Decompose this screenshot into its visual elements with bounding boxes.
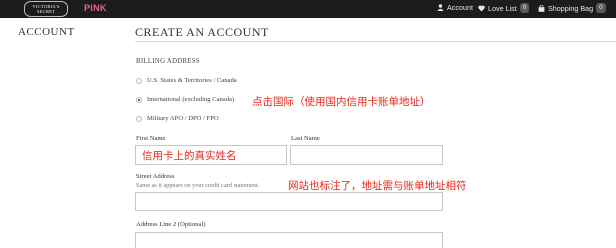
street-address-input[interactable] xyxy=(135,192,443,211)
billing-address-heading: BILLING ADDRESS xyxy=(136,58,200,65)
address-line-2-label: Address Line 2 (Optional) xyxy=(136,221,206,228)
logo-line-2: SECRET xyxy=(36,8,56,14)
love-list-count-badge: 0 xyxy=(519,3,530,13)
radio-label: Military APO / DPO / FPO xyxy=(147,115,219,122)
shopping-bag-count-badge: 0 xyxy=(596,3,606,13)
love-list-label: Love List xyxy=(488,3,517,13)
radio-label: International (excluding Canada) xyxy=(147,96,235,103)
radio-button-selected[interactable] xyxy=(136,96,142,103)
heart-icon xyxy=(478,5,485,12)
victorias-secret-logo[interactable]: VICTORIA'S SECRET xyxy=(24,1,68,17)
radio-label: U.S. States & Territories / Canada xyxy=(147,77,237,84)
shopping-bag-link[interactable]: Shopping Bag 0 xyxy=(538,3,606,13)
sidebar-heading: ACCOUNT xyxy=(18,26,75,38)
pink-brand-link[interactable]: PINK xyxy=(84,3,107,13)
radio-option-military[interactable]: Military APO / DPO / FPO xyxy=(136,115,219,122)
account-label: Account xyxy=(447,3,473,12)
radio-button[interactable] xyxy=(136,115,142,122)
radio-button[interactable] xyxy=(136,77,142,84)
radio-option-us-canada[interactable]: U.S. States & Territories / Canada xyxy=(136,77,237,84)
first-name-label: First Name xyxy=(136,135,166,142)
international-annotation: 点击国际（使用国内信用卡账单地址） xyxy=(252,96,431,108)
top-nav-bar: VICTORIA'S SECRET PINK Account Love List… xyxy=(0,0,616,18)
bag-icon xyxy=(538,4,545,12)
first-name-annotation: 信用卡上的真实姓名 xyxy=(142,150,237,162)
last-name-label: Last Name xyxy=(291,135,320,142)
radio-option-international[interactable]: International (excluding Canada) xyxy=(136,96,234,103)
street-address-annotation: 网站也标注了，地址需与账单地址相符 xyxy=(288,180,467,192)
street-address-label: Street Address xyxy=(136,173,175,180)
last-name-input[interactable] xyxy=(290,145,443,165)
user-icon xyxy=(437,4,444,11)
address-line-2-input[interactable] xyxy=(135,232,443,248)
street-address-hint: Same as it appears on your credit card s… xyxy=(136,182,260,189)
account-link[interactable]: Account xyxy=(437,3,473,12)
page-title: CREATE AN ACCOUNT xyxy=(135,25,269,39)
title-divider xyxy=(135,41,616,42)
shopping-bag-label: Shopping Bag xyxy=(548,3,594,13)
love-list-link[interactable]: Love List 0 xyxy=(478,3,530,13)
